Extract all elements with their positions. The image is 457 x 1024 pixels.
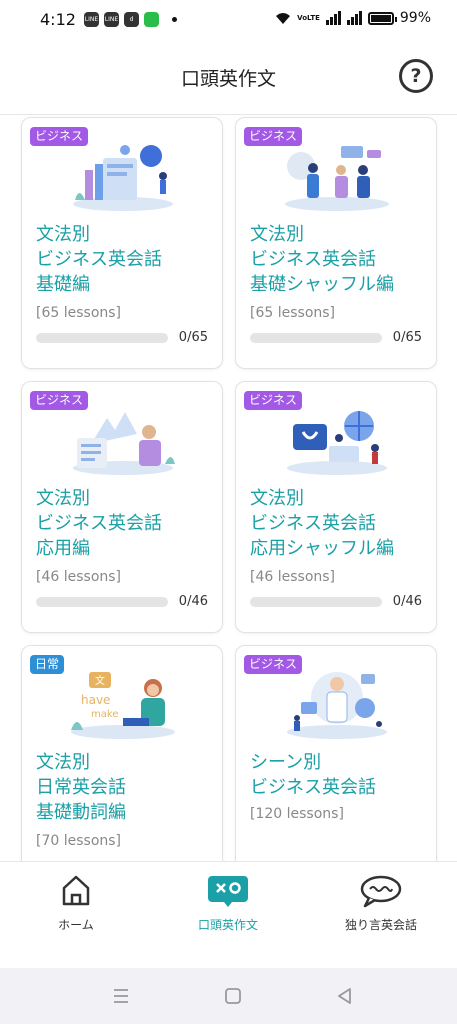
line-app-icon: LINE [104,12,119,27]
course-card[interactable]: ビジネス 文法別 ビジネス英会話 基礎シャッフル編 [65 lessons] 0/6… [235,117,437,369]
course-title: 文法別 ビジネス英会話 応用シャッフル編 [250,488,394,559]
lesson-count: [65 lessons] [36,305,122,321]
scene-business-illustration-icon [287,672,387,739]
lesson-count: [46 lessons] [36,569,122,585]
progress-count: 0/65 [178,330,208,345]
course-grid: ビジネス 文法別 ビジネス英会話 基礎編 [65 lessons] 0/65 ビジネ… [0,115,457,861]
page-title: 口頭英作文 [180,68,276,90]
course-title: 文法別 ビジネス英会話 基礎編 [36,224,162,295]
illustration-word-make: make [91,709,118,720]
home-button-icon[interactable] [221,984,245,1008]
illustration-word-have: have [81,693,110,707]
course-title: 文法別 ビジネス英会話 応用編 [36,488,162,559]
notification-icons: LINE LINE d [84,12,177,27]
course-card[interactable]: ビジネス シーン別 ビジネス英会話 [120 lessons] [235,645,437,861]
global-business-illustration-icon [287,411,387,475]
lesson-count: [46 lessons] [250,569,336,585]
progress-count: 0/46 [392,594,422,609]
lesson-count: [120 lessons] [250,806,344,822]
tab-home[interactable]: ホーム [0,874,152,933]
course-card[interactable]: ビジネス 文法別 ビジネス英会話 応用編 [46 lessons] 0/46 [21,381,223,633]
course-card[interactable]: 日常 文 have make 文法別 日常英会話 基礎動詞編 [70 lessons… [21,645,223,861]
progress-bar [36,333,168,343]
tab-label: 独り言英会話 [344,918,417,932]
presentation-illustration-icon [73,412,175,475]
battery-percent: 99% [399,10,431,26]
course-card[interactable]: ビジネス 文法別 ビジネス英会話 基礎編 [65 lessons] 0/65 [21,117,223,369]
progress-bar [250,333,382,343]
tab-label: ホーム [58,918,94,932]
bottom-tab-bar: ホーム 口頭英作文 独り言英会話 [0,861,457,969]
d-app-icon: d [124,12,139,27]
home-icon [62,875,90,906]
category-tag: 日常 [30,655,65,674]
course-title: 文法別 ビジネス英会話 基礎シャッフル編 [250,224,394,295]
green-app-icon [144,12,159,27]
app-header: 口頭英作文 ? [0,40,457,115]
status-time: 4:12 [40,10,76,29]
course-card[interactable]: ビジネス 文法別 ビジネス英会話 応用シャッフル編 [46 lessons] 0/4… [235,381,437,633]
meeting-illustration-icon [285,146,389,211]
wifi-icon [276,12,291,24]
course-title: 文法別 日常英会話 基礎動詞編 [36,752,126,823]
progress-count: 0/65 [392,330,422,345]
volte-icon: VoLTE [297,13,320,22]
more-notifications-dot [172,17,177,22]
chat-bubble-icon [360,875,402,908]
lesson-count: [70 lessons] [36,833,122,849]
business-illustration-icon [73,145,173,211]
signal-icon [325,11,341,25]
progress-bar [250,597,382,607]
course-title: シーン別 ビジネス英会話 [250,752,376,798]
signal-icon [346,11,362,25]
progress-count: 0/46 [178,594,208,609]
system-nav-bar [0,968,457,1024]
menu-icon[interactable] [109,984,133,1008]
back-icon[interactable] [333,984,357,1008]
status-right: VoLTE 99% [275,10,431,26]
line-app-icon: LINE [84,12,99,27]
illustration-kanji: 文 [95,674,105,687]
quiz-icon [208,876,248,907]
tab-label: 口頭英作文 [197,918,258,932]
progress-bar [36,597,168,607]
tab-monologue[interactable]: 独り言英会話 [305,874,457,933]
daily-conversation-illustration-icon: 文 have make [71,672,175,739]
status-bar: 4:12 LINE LINE d VoLTE 99% [0,0,457,40]
lesson-count: [65 lessons] [250,305,336,321]
question-circle-icon[interactable]: ? [399,59,433,93]
tab-composition[interactable]: 口頭英作文 [152,874,304,933]
battery-icon [367,11,397,25]
